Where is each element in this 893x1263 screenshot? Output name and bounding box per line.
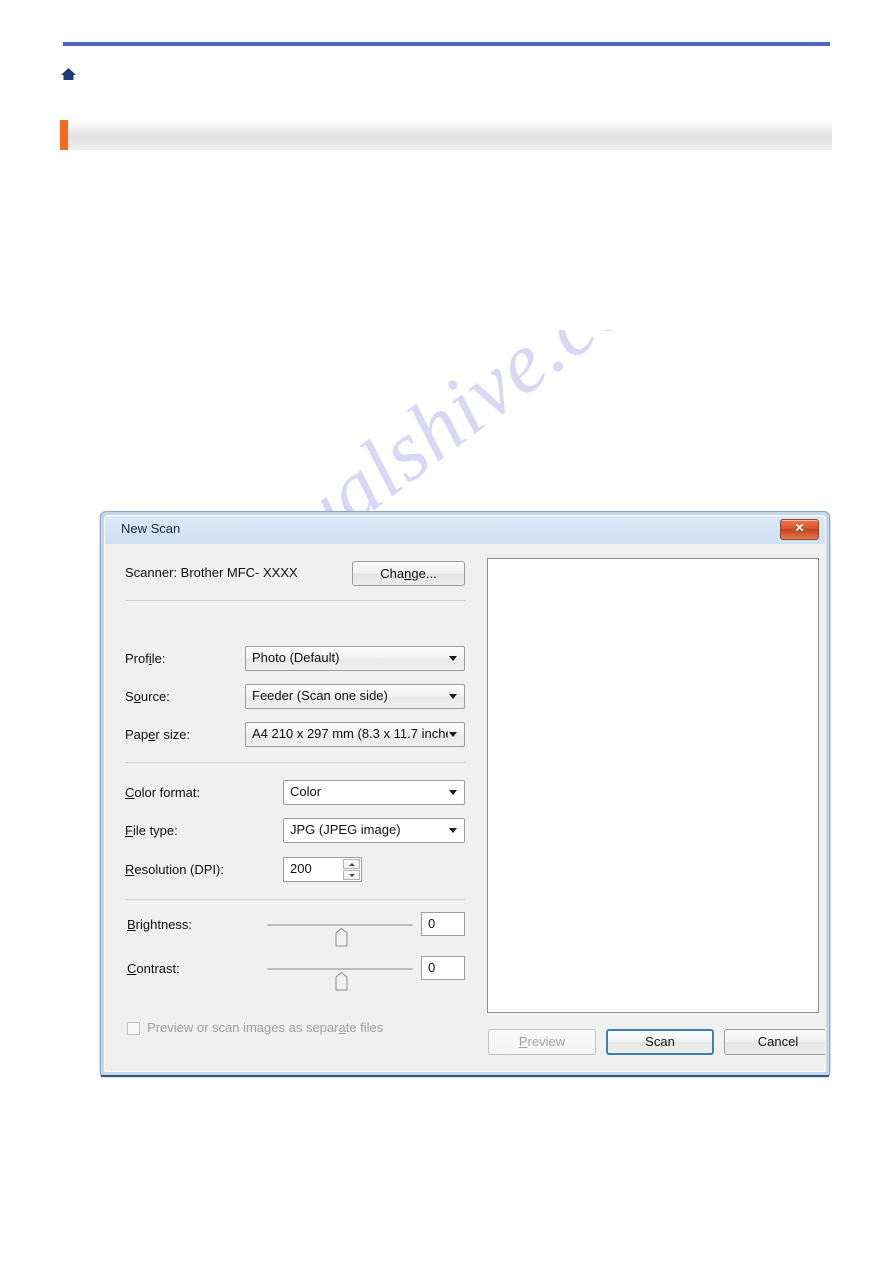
source-value: Feeder (Scan one side)	[252, 688, 388, 703]
field-contrast: Contrast: 0	[127, 956, 465, 991]
resolution-spin-buttons	[343, 859, 360, 880]
label-brightness: Brightness:	[127, 917, 193, 932]
dialog-inner-frame: New Scan ✕ Scanner: Brother MFC- XXXX Ch…	[104, 515, 826, 1072]
field-file-type: File type: JPG (JPEG image)	[125, 818, 465, 844]
dialog-body: Scanner: Brother MFC- XXXX Change... Pro…	[105, 544, 825, 1071]
cancel-button-label: Cancel	[757, 1034, 799, 1049]
profile-dropdown[interactable]: Photo (Default)	[245, 646, 465, 671]
new-scan-dialog: New Scan ✕ Scanner: Brother MFC- XXXX Ch…	[100, 511, 830, 1077]
scan-button-label: Scan	[645, 1034, 675, 1049]
preview-button[interactable]: Preview	[488, 1029, 596, 1055]
contrast-value: 0	[428, 960, 436, 975]
dialog-action-bar: Preview Scan Cancel	[477, 1015, 825, 1071]
chevron-down-icon	[449, 732, 457, 737]
profile-value: Photo (Default)	[252, 650, 340, 665]
header-rule	[63, 42, 830, 46]
label-contrast: Contrast:	[127, 961, 180, 976]
close-glyph: ✕	[794, 521, 805, 535]
source-dropdown[interactable]: Feeder (Scan one side)	[245, 684, 465, 709]
divider-2	[125, 762, 465, 763]
label-paper-size: Paper size:	[125, 727, 191, 742]
resolution-value: 200	[290, 861, 312, 876]
change-scanner-label: Change...	[380, 566, 437, 581]
field-profile: Profile: Photo (Default)	[125, 646, 465, 672]
brightness-value: 0	[428, 916, 436, 931]
close-icon[interactable]: ✕	[780, 519, 819, 540]
contrast-slider-thumb[interactable]	[335, 972, 348, 991]
file-type-value: JPG (JPEG image)	[290, 822, 401, 837]
divider-1	[125, 600, 465, 601]
field-color-format: Color format: Color	[125, 780, 465, 806]
settings-pane: Scanner: Brother MFC- XXXX Change... Pro…	[105, 544, 477, 1071]
chevron-down-icon	[449, 694, 457, 699]
color-format-value: Color	[290, 784, 322, 799]
field-brightness: Brightness: 0	[127, 912, 465, 947]
chevron-down-icon	[449, 656, 457, 661]
contrast-slider[interactable]	[267, 968, 413, 991]
color-format-dropdown[interactable]: Color	[283, 780, 465, 805]
field-source: Source: Feeder (Scan one side)	[125, 684, 465, 710]
dialog-titlebar[interactable]: New Scan ✕	[105, 516, 825, 544]
resolution-stepper[interactable]: 200	[283, 857, 362, 882]
label-source: Source:	[125, 689, 170, 704]
separate-files-label: Preview or scan images as separate files	[147, 1020, 384, 1035]
brightness-slider[interactable]	[267, 924, 413, 947]
dialog-title: New Scan	[121, 521, 181, 536]
label-file-type: File type:	[125, 823, 178, 838]
spinner-down-icon[interactable]	[343, 870, 360, 880]
label-resolution: Resolution (DPI):	[125, 862, 224, 877]
chevron-down-icon	[449, 790, 457, 795]
file-type-dropdown[interactable]: JPG (JPEG image)	[283, 818, 465, 843]
preview-button-label: Preview	[518, 1034, 566, 1049]
scan-button[interactable]: Scan	[606, 1029, 714, 1055]
divider-3	[125, 899, 465, 900]
preview-pane-container: Preview Scan Cancel	[477, 544, 825, 1071]
brightness-value-box[interactable]: 0	[421, 912, 465, 936]
chevron-down-icon	[449, 828, 457, 833]
field-paper-size: Paper size: A4 210 x 297 mm (8.3 x 11.7 …	[125, 722, 465, 748]
paper-size-value: A4 210 x 297 mm (8.3 x 11.7 inches)	[252, 726, 448, 741]
scanner-label: Scanner: Brother MFC- XXXX	[125, 565, 298, 580]
contrast-value-box[interactable]: 0	[421, 956, 465, 980]
section-heading-band	[60, 120, 832, 150]
brightness-slider-thumb[interactable]	[335, 928, 348, 947]
change-scanner-button[interactable]: Change...	[352, 561, 465, 586]
paper-size-dropdown[interactable]: A4 210 x 297 mm (8.3 x 11.7 inches)	[245, 722, 465, 747]
label-color-format: Color format:	[125, 785, 201, 800]
home-icon[interactable]	[60, 66, 77, 83]
field-resolution: Resolution (DPI): 200	[125, 857, 465, 883]
cancel-button[interactable]: Cancel	[724, 1029, 825, 1055]
section-heading-accent	[60, 120, 68, 150]
label-profile: Profile:	[125, 651, 166, 666]
separate-files-checkbox[interactable]	[127, 1022, 140, 1035]
spinner-up-icon[interactable]	[343, 859, 360, 869]
scanner-row: Scanner: Brother MFC- XXXX Change...	[125, 561, 465, 587]
scan-preview-area[interactable]	[487, 558, 819, 1013]
